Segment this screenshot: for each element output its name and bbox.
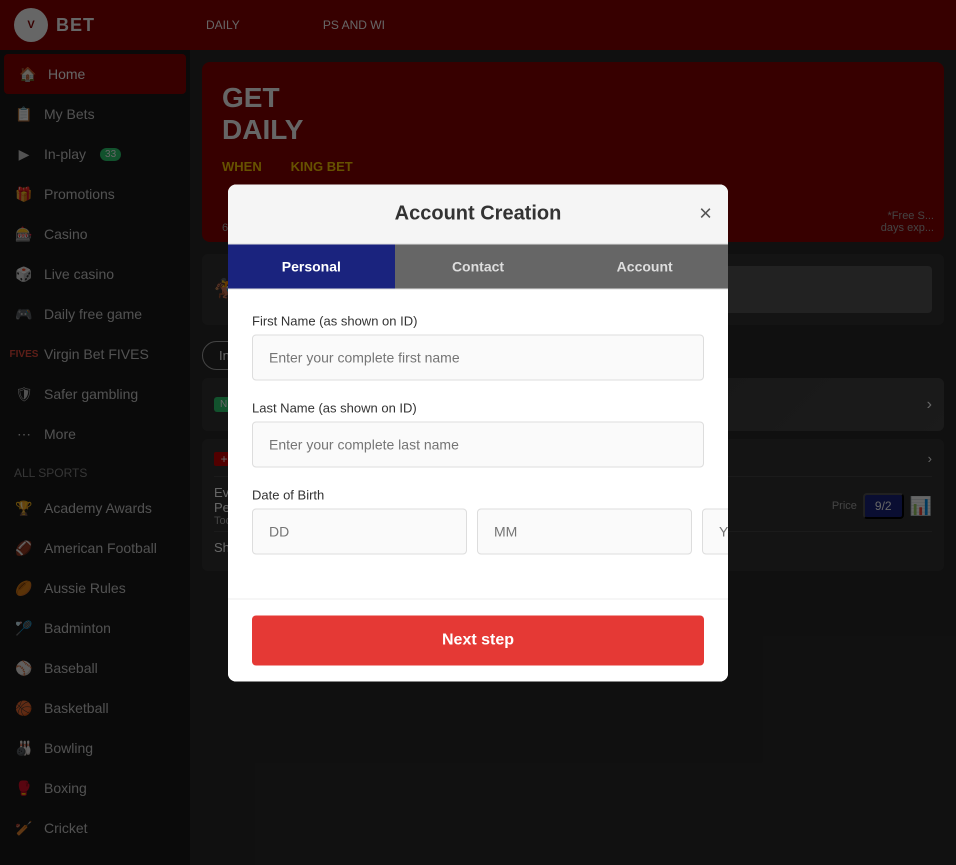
modal-header: Account Creation × <box>228 184 728 244</box>
modal-body: First Name (as shown on ID) Last Name (a… <box>228 289 728 598</box>
modal-footer: Next step <box>228 598 728 681</box>
tab-contact[interactable]: Contact <box>395 244 562 288</box>
first-name-group: First Name (as shown on ID) <box>252 313 704 380</box>
dob-yyyy-field[interactable] <box>702 508 728 554</box>
dob-group: Date of Birth <box>252 487 704 554</box>
dob-dd-field[interactable] <box>252 508 467 554</box>
tab-account[interactable]: Account <box>561 244 728 288</box>
last-name-label: Last Name (as shown on ID) <box>252 400 704 415</box>
last-name-field[interactable] <box>252 421 704 467</box>
tab-personal[interactable]: Personal <box>228 244 395 288</box>
last-name-group: Last Name (as shown on ID) <box>252 400 704 467</box>
dob-label: Date of Birth <box>252 487 704 502</box>
account-creation-modal: Account Creation × Personal Contact Acco… <box>228 184 728 681</box>
dob-row <box>252 508 704 554</box>
modal-tabs: Personal Contact Account <box>228 244 728 289</box>
modal-close-button[interactable]: × <box>699 201 712 227</box>
modal-title: Account Creation <box>395 202 562 224</box>
dob-mm-field[interactable] <box>477 508 692 554</box>
first-name-field[interactable] <box>252 334 704 380</box>
next-step-button[interactable]: Next step <box>252 615 704 665</box>
first-name-label: First Name (as shown on ID) <box>252 313 704 328</box>
